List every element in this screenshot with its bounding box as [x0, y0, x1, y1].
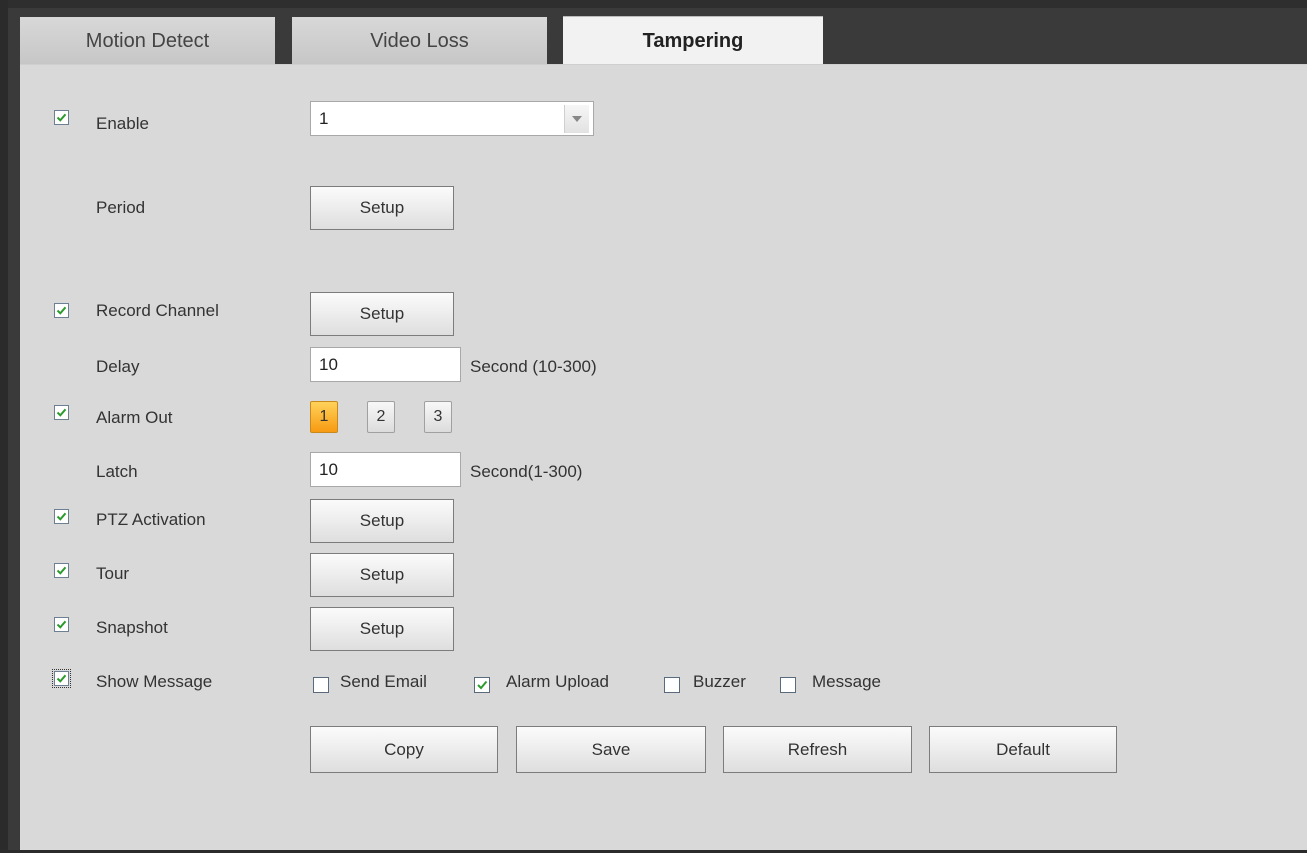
message-checkbox[interactable]	[780, 677, 796, 693]
checkmark-icon	[477, 680, 488, 690]
message-label: Message	[812, 672, 881, 691]
record-channel-label: Record Channel	[96, 301, 219, 320]
left-border	[0, 0, 8, 853]
channel-select-value: 1	[319, 108, 329, 128]
latch-unit: Second(1-300)	[470, 462, 583, 481]
checkmark-icon	[56, 566, 67, 575]
ptz-activation-label: PTZ Activation	[96, 510, 206, 529]
copy-button[interactable]: Copy	[310, 726, 498, 773]
delay-label: Delay	[96, 357, 140, 376]
checkmark-icon	[56, 306, 67, 315]
buzzer-label: Buzzer	[693, 672, 746, 691]
period-label: Period	[96, 198, 146, 217]
checkmark-icon	[56, 674, 67, 683]
snapshot-checkbox[interactable]	[54, 617, 69, 632]
default-button[interactable]: Default	[929, 726, 1117, 773]
channel-select[interactable]: 1	[310, 101, 594, 136]
tab-video-loss[interactable]: Video Loss	[292, 17, 547, 65]
checkmark-icon	[56, 408, 67, 417]
delay-unit: Second (10-300)	[470, 357, 597, 376]
alarm-out-checkbox[interactable]	[54, 405, 69, 420]
enable-label: Enable	[96, 114, 149, 133]
record-channel-checkbox[interactable]	[54, 303, 69, 318]
send-email-checkbox[interactable]	[313, 677, 329, 693]
tour-label: Tour	[96, 564, 130, 583]
alarm-upload-checkbox[interactable]	[474, 677, 490, 693]
show-message-checkbox[interactable]	[52, 669, 71, 688]
alarm-upload-label: Alarm Upload	[506, 672, 609, 691]
send-email-label: Send Email	[340, 672, 427, 691]
latch-input[interactable]: 10	[310, 452, 461, 487]
ptz-activation-checkbox[interactable]	[54, 509, 69, 524]
record-channel-setup-button[interactable]: Setup	[310, 292, 454, 336]
tab-tampering[interactable]: Tampering	[563, 16, 823, 66]
buzzer-checkbox[interactable]	[664, 677, 680, 693]
period-setup-button[interactable]: Setup	[310, 186, 454, 230]
alarm-out-2-button[interactable]: 2	[367, 401, 395, 433]
snapshot-setup-button[interactable]: Setup	[310, 607, 454, 651]
tour-setup-button[interactable]: Setup	[310, 553, 454, 597]
enable-checkbox[interactable]	[54, 110, 69, 125]
save-button[interactable]: Save	[516, 726, 706, 773]
checkmark-icon	[56, 620, 67, 629]
tour-checkbox[interactable]	[54, 563, 69, 578]
latch-label: Latch	[96, 462, 138, 481]
tab-motion-detect[interactable]: Motion Detect	[20, 17, 275, 65]
checkmark-icon	[56, 113, 67, 122]
refresh-button[interactable]: Refresh	[723, 726, 912, 773]
show-message-label: Show Message	[96, 672, 213, 691]
alarm-out-3-button[interactable]: 3	[424, 401, 452, 433]
alarm-out-label: Alarm Out	[96, 408, 173, 427]
ptz-activation-setup-button[interactable]: Setup	[310, 499, 454, 543]
top-border	[0, 0, 1307, 8]
delay-input[interactable]: 10	[310, 347, 461, 382]
alarm-out-1-button[interactable]: 1	[310, 401, 338, 433]
snapshot-label: Snapshot	[96, 618, 168, 637]
checkmark-icon	[56, 512, 67, 521]
chevron-down-icon[interactable]	[564, 105, 589, 133]
